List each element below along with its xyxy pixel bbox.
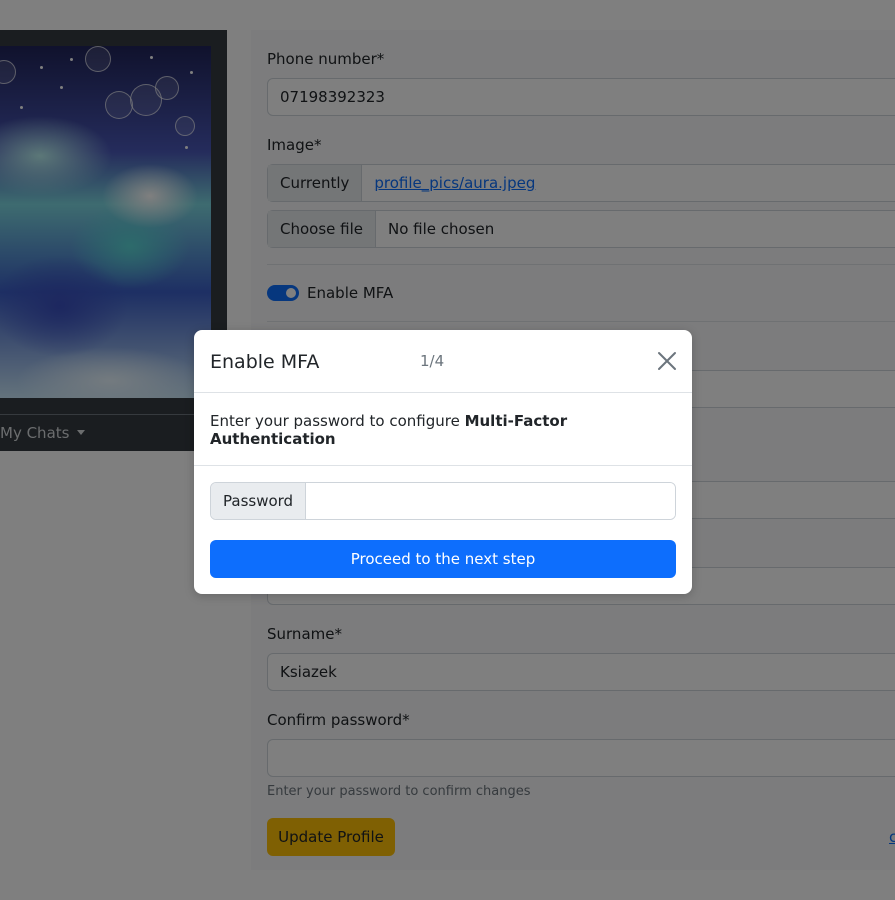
- modal-step-indicator: 1/4: [420, 352, 445, 370]
- close-icon[interactable]: [656, 350, 678, 372]
- modal-title: Enable MFA: [210, 351, 320, 373]
- modal-body-divider: [194, 465, 692, 466]
- modal-description-text: Enter your password to configure: [210, 412, 465, 430]
- modal-header-divider: [194, 392, 692, 393]
- proceed-next-step-button[interactable]: Proceed to the next step: [210, 540, 676, 578]
- password-addon: Password: [211, 483, 307, 519]
- password-input-group: Password: [210, 482, 676, 520]
- password-input[interactable]: [306, 483, 675, 519]
- enable-mfa-modal: Enable MFA 1/4 Enter your password to co…: [194, 330, 692, 594]
- modal-description: Enter your password to configure Multi-F…: [210, 412, 692, 448]
